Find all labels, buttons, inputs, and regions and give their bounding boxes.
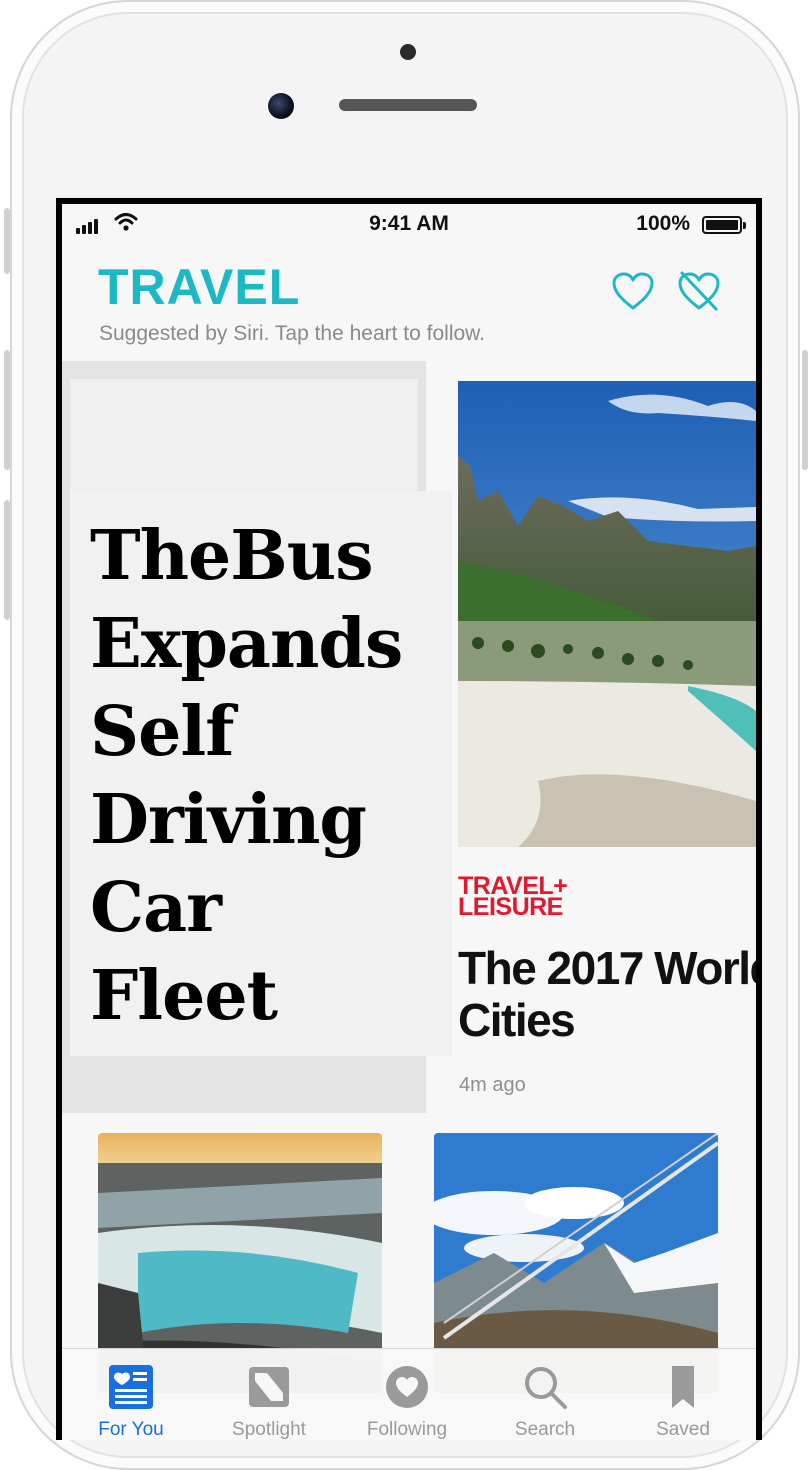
follow-heart-icon[interactable] [610, 270, 656, 312]
headline-line: Expands [90, 604, 403, 684]
tab-label: Search [514, 1419, 576, 1440]
screen: 9:41 AM 100% TRAVEL Suggested by Siri. T… [56, 198, 762, 1440]
headline-line: Car [90, 868, 222, 948]
headline-line: Fleet [90, 956, 278, 1036]
battery-icon [702, 216, 746, 234]
headline-line: Self [90, 692, 234, 772]
article-image [458, 381, 756, 847]
battery-percentage: 100% [636, 212, 690, 235]
article-title-line: The 2017 World's [458, 942, 756, 994]
power-button [802, 350, 808, 470]
spotlight-icon [249, 1367, 289, 1407]
article-timestamp: 4m ago [459, 1074, 526, 1096]
news-app: 9:41 AM 100% TRAVEL Suggested by Siri. T… [62, 204, 756, 1440]
tab-following[interactable]: Following [338, 1349, 476, 1440]
tab-spotlight[interactable]: Spotlight [200, 1349, 338, 1440]
publisher-line: LEISURE [458, 893, 563, 921]
search-icon [525, 1367, 567, 1409]
headline-line: Driving [90, 780, 367, 860]
headline-line: TheBus [90, 516, 374, 596]
tab-saved[interactable]: Saved [614, 1349, 752, 1440]
volume-up-button [4, 350, 10, 470]
front-camera [268, 93, 294, 119]
volume-down-button [4, 500, 10, 620]
tab-label: For You [98, 1419, 164, 1440]
topic-subtitle: Suggested by Siri. Tap the heart to foll… [99, 322, 486, 345]
featured-headline: TheBus Expands Self Driving Car Fleet [90, 512, 450, 1040]
tab-label: Following [366, 1419, 448, 1440]
tab-bar: For You Spotlight Following Search Saved [62, 1348, 756, 1440]
tab-label: Saved [656, 1419, 710, 1440]
heart-circle-icon [386, 1366, 428, 1408]
tab-label: Spotlight [232, 1419, 306, 1440]
proximity-sensor [400, 44, 416, 60]
publisher-logo: TRAVEL+ LEISURE [458, 874, 678, 921]
news-icon [109, 1365, 153, 1409]
article-title-line: Cities [458, 994, 576, 1046]
status-bar: 9:41 AM 100% [62, 204, 756, 242]
topic-title: TRAVEL [98, 259, 301, 315]
tab-search[interactable]: Search [476, 1349, 614, 1440]
mute-switch [4, 208, 10, 274]
earpiece-speaker [339, 99, 477, 111]
bookmark-icon [672, 1366, 694, 1408]
block-topic-icon[interactable] [676, 270, 722, 312]
article-title[interactable]: The 2017 World's Cities [458, 942, 756, 1046]
article-title-clip: The 2017 World's Cities [458, 942, 756, 1062]
tab-for-you[interactable]: For You [62, 1349, 200, 1440]
